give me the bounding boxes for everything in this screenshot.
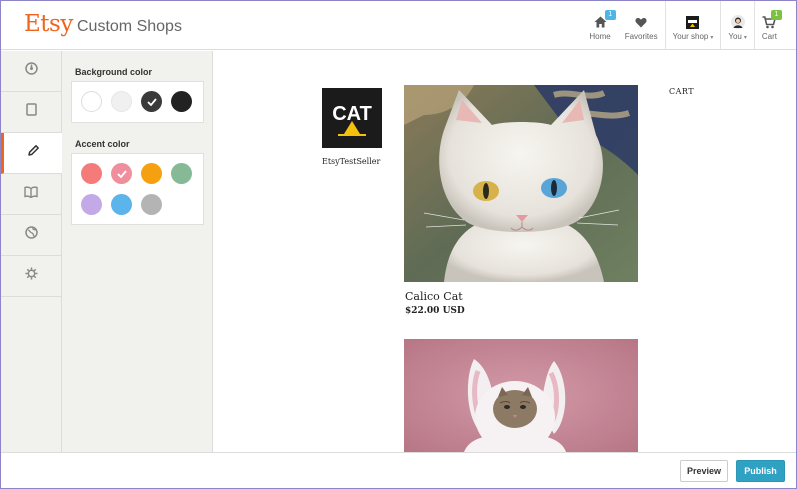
background-swatches: [71, 81, 204, 123]
globe-icon: [24, 226, 38, 244]
shop-name[interactable]: EtsyTestSeller: [322, 157, 380, 166]
accent-swatch-blue[interactable]: [111, 194, 132, 215]
accent-swatch-green[interactable]: [171, 163, 192, 184]
chevron-down-icon: ▾: [710, 35, 714, 41]
nav-cart-label: Cart: [761, 32, 777, 41]
accent-swatch-lavender[interactable]: [81, 194, 102, 215]
app-title: Custom Shops: [77, 18, 182, 35]
chevron-down-icon: ▾: [743, 35, 747, 41]
nav-you-label: You ▾: [728, 32, 747, 41]
listing-price: $22.00 USD: [405, 306, 465, 316]
book-icon: [24, 185, 38, 203]
you-text: You: [728, 32, 742, 41]
cat-logo-mark: CAT: [332, 103, 372, 136]
etsy-logo[interactable]: Etsy: [24, 11, 73, 37]
cart-badge: 1: [771, 10, 782, 20]
listing-image-calico-cat[interactable]: [404, 85, 638, 282]
gear-icon: [25, 267, 38, 285]
nav-home-label: Home: [589, 32, 611, 41]
rail-item-about[interactable]: [1, 174, 61, 215]
preview-button[interactable]: Preview: [680, 460, 728, 482]
top-header: Etsy Custom Shops 1 Home Favorites Your …: [1, 1, 796, 50]
design-panel: Background color Accent color: [62, 51, 213, 452]
shop-logo[interactable]: CAT: [322, 88, 382, 148]
pencil-icon: [27, 144, 40, 162]
rail-item-dashboard[interactable]: [1, 51, 61, 92]
listing-image-bunny-cat[interactable]: [404, 339, 638, 452]
nav-home[interactable]: 1 Home: [582, 1, 617, 50]
accent-swatch-gray[interactable]: [141, 194, 162, 215]
rail-item-domain[interactable]: [1, 215, 61, 256]
top-nav: 1 Home Favorites Your shop ▾ You ▾ 1 Car…: [582, 1, 784, 50]
bg-swatch-black[interactable]: [171, 91, 192, 112]
bg-swatch-light-gray[interactable]: [111, 91, 132, 112]
rail-item-pages[interactable]: [1, 92, 61, 133]
accent-swatch-pink[interactable]: [111, 163, 132, 184]
accent-swatch-orange[interactable]: [141, 163, 162, 184]
shop-icon: [686, 15, 700, 29]
page-icon: [25, 103, 37, 121]
bg-swatch-white[interactable]: [81, 91, 102, 112]
rail-item-design[interactable]: [1, 133, 62, 174]
your-shop-text: Your shop: [672, 32, 709, 41]
nav-you[interactable]: You ▾: [720, 1, 754, 50]
nav-your-shop[interactable]: Your shop ▾: [664, 1, 721, 50]
avatar-icon: [730, 15, 745, 29]
bg-swatch-dark-gray[interactable]: [141, 91, 162, 112]
publish-button[interactable]: Publish: [736, 460, 785, 482]
rail-item-settings[interactable]: [1, 256, 61, 297]
accent-color-label: Accent color: [75, 139, 130, 149]
nav-favorites[interactable]: Favorites: [618, 1, 665, 50]
accent-swatch-red[interactable]: [81, 163, 102, 184]
listing-title[interactable]: Calico Cat: [405, 290, 463, 303]
checkmark-icon: [146, 97, 157, 106]
bottom-bar: Preview Publish: [1, 452, 796, 488]
tool-rail: [1, 51, 62, 452]
background-color-label: Background color: [75, 67, 153, 77]
dashboard-icon: [24, 62, 38, 80]
nav-cart[interactable]: 1 Cart: [753, 1, 784, 50]
heart-icon: [634, 15, 648, 29]
checkmark-icon: [116, 169, 127, 178]
shop-preview: CAT EtsyTestSeller CART Calico Cat $22.0…: [214, 51, 796, 452]
accent-swatches: [71, 153, 204, 225]
app-window: Etsy Custom Shops 1 Home Favorites Your …: [0, 0, 797, 489]
cart-link[interactable]: CART: [669, 87, 694, 96]
home-badge: 1: [604, 10, 616, 20]
nav-your-shop-label: Your shop ▾: [673, 32, 714, 41]
nav-favorites-label: Favorites: [624, 32, 658, 41]
